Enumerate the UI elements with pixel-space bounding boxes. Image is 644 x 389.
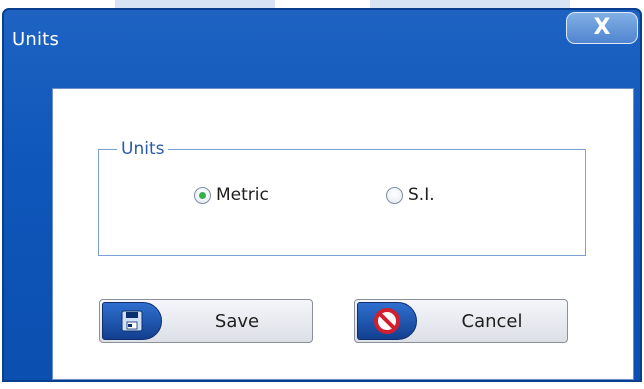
cancel-button-label: Cancel [461, 310, 523, 332]
radio-label-metric[interactable]: Metric [216, 184, 269, 206]
radio-button-circle[interactable] [386, 186, 403, 204]
floppy-disk-icon [121, 310, 143, 332]
units-groupbox: Units Metric S.I. [98, 138, 586, 256]
radio-label-si[interactable]: S.I. [408, 184, 435, 206]
cancel-button[interactable]: Cancel [354, 299, 568, 343]
save-button[interactable]: Save [99, 299, 313, 343]
save-icon-box [102, 302, 162, 340]
no-entry-icon [374, 308, 400, 334]
close-icon: X [593, 15, 611, 40]
groupbox-legend: Units [117, 138, 169, 160]
radio-button-circle[interactable] [194, 186, 211, 204]
radio-selected-dot [199, 191, 206, 199]
save-button-label: Save [214, 310, 260, 332]
radio-metric[interactable]: Metric [194, 184, 269, 206]
titlebar[interactable]: Units X [4, 10, 640, 50]
radio-si[interactable]: S.I. [386, 184, 435, 206]
cancel-icon-box [357, 302, 417, 340]
close-button[interactable]: X [566, 12, 638, 44]
dialog-title: Units [12, 29, 60, 50]
units-dialog: Units X Units Metric S.I. Save Cancel [2, 8, 642, 382]
screen: Units X Units Metric S.I. Save Cancel [0, 0, 644, 389]
dialog-content: Units Metric S.I. Save Cancel [52, 88, 634, 380]
